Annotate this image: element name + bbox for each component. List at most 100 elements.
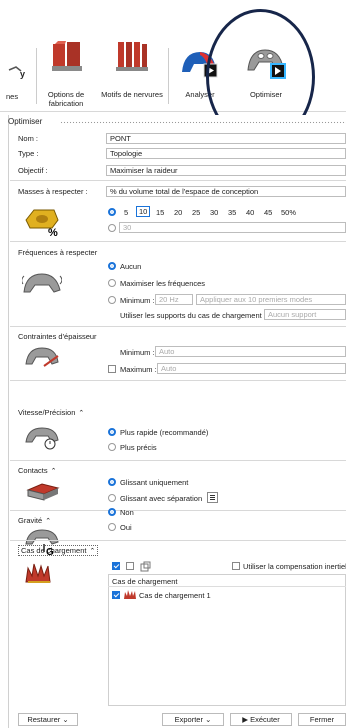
contacts-section-toggle[interactable]: Contacts ⌃ xyxy=(18,466,56,475)
mass-label: Masses à respecter : xyxy=(18,187,88,196)
thickness-max-field[interactable]: Auto xyxy=(157,363,346,374)
gravity-yes-radio[interactable] xyxy=(108,523,116,531)
speed-fast-label: Plus rapide (recommandé) xyxy=(120,428,209,437)
speed-section-toggle[interactable]: Vitesse/Précision ⌃ xyxy=(18,408,84,417)
load-cases-section-toggle[interactable]: Cas de chargement ⌃ xyxy=(18,545,99,556)
load-case-icon xyxy=(124,590,136,599)
close-button[interactable]: Fermer xyxy=(298,713,346,726)
run-button[interactable]: ▶ Exécuter xyxy=(230,713,292,726)
thickness-max-checkbox[interactable] xyxy=(108,365,116,373)
gravity-section-toggle[interactable]: Gravité ⌃ xyxy=(18,516,51,525)
mass-15[interactable]: 15 xyxy=(156,208,164,217)
frequency-icon xyxy=(22,273,62,293)
select-all-checkbox[interactable] xyxy=(112,562,120,570)
panel-drag-handle[interactable] xyxy=(60,121,346,124)
export-button[interactable]: Exporter ⌄ xyxy=(162,713,224,726)
frequency-minimum-label: Minimum : xyxy=(120,296,155,305)
inertia-label: Utiliser la compensation inertielle xyxy=(243,562,346,571)
mass-custom-field[interactable]: 30 xyxy=(119,222,346,233)
invert-selection-icon[interactable] xyxy=(140,561,151,572)
contacts-section-title: Contacts xyxy=(18,466,48,475)
gravity-no-label: Non xyxy=(120,508,134,517)
contacts-icon xyxy=(26,483,60,501)
frequency-minimum-radio[interactable] xyxy=(108,296,116,304)
contacts-separation-radio[interactable] xyxy=(108,494,116,502)
speed-precise-radio[interactable] xyxy=(108,443,116,451)
rib-patterns-icon xyxy=(116,42,148,71)
frequency-maximize-radio[interactable] xyxy=(108,279,116,287)
gravity-yes-label: Oui xyxy=(120,523,132,532)
mass-40[interactable]: 40 xyxy=(246,208,254,217)
frequency-section-title: Fréquences à respecter xyxy=(18,248,98,257)
ribbon-label: Options de xyxy=(47,90,85,99)
objective-label: Objectif : xyxy=(18,166,48,175)
chevron-down-icon: ⌄ xyxy=(205,715,212,724)
thickness-max-label: Maximum : xyxy=(120,365,157,374)
frequency-none-radio[interactable] xyxy=(108,262,116,270)
restore-button[interactable]: Restaurer ⌄ xyxy=(18,713,78,726)
manufacturing-options-button[interactable]: Options de fabrication xyxy=(38,40,94,110)
list-icon xyxy=(210,495,215,496)
contacts-separation-label: Glissant avec séparation xyxy=(120,494,203,503)
contacts-sliding-radio[interactable] xyxy=(108,478,116,486)
panel-title: Optimiser xyxy=(8,117,43,126)
chevron-up-icon: ⌃ xyxy=(45,518,52,525)
type-select[interactable]: Topologie xyxy=(106,148,346,159)
frequency-modes-select[interactable]: Appliquer aux 10 premiers modes xyxy=(196,294,346,305)
mass-custom-radio[interactable] xyxy=(108,224,116,232)
mass-select[interactable]: % du volume total de l'espace de concept… xyxy=(106,186,346,197)
manufacturing-options-icon xyxy=(52,41,82,71)
frequency-support-select[interactable]: Aucun support xyxy=(264,309,346,320)
name-field[interactable]: PONT xyxy=(106,133,346,144)
speed-section-title: Vitesse/Précision xyxy=(18,408,76,417)
mass-20[interactable]: 20 xyxy=(174,208,182,217)
mass-35[interactable]: 35 xyxy=(228,208,236,217)
gravity-no-radio[interactable] xyxy=(108,508,116,516)
frequency-none-label: Aucun xyxy=(120,262,142,271)
select-none-checkbox[interactable] xyxy=(126,562,134,570)
ribbon-label: fabrication xyxy=(48,99,84,108)
ribbon-label: Motifs de nervures xyxy=(101,90,163,99)
close-label: Fermer xyxy=(309,715,335,724)
run-label: Exécuter xyxy=(250,715,280,724)
play-icon: ▶ xyxy=(242,715,249,724)
thickness-section-title: Contraintes d'épaisseur xyxy=(18,332,97,341)
ribbon-label: nes xyxy=(6,92,19,101)
mass-10[interactable]: 10 xyxy=(136,206,151,217)
chevron-up-icon: ⌃ xyxy=(89,548,96,555)
type-label: Type : xyxy=(18,149,39,158)
contacts-sliding-label: Glissant uniquement xyxy=(120,478,189,487)
name-label: Nom : xyxy=(18,134,39,143)
ribbon-partial-tool[interactable]: y nes xyxy=(0,40,30,110)
export-label: Exporter xyxy=(174,715,203,724)
speed-precise-label: Plus précis xyxy=(120,443,157,452)
load-case-1-checkbox[interactable] xyxy=(112,591,120,599)
partial-glyph: y xyxy=(20,69,26,79)
mass-5[interactable]: 5 xyxy=(124,208,128,217)
restore-label: Restaurer xyxy=(27,715,61,724)
mass-45[interactable]: 45 xyxy=(264,208,272,217)
thickness-min-field[interactable]: Auto xyxy=(155,346,346,357)
frequency-maximize-label: Maximiser les fréquences xyxy=(120,279,206,288)
inertia-checkbox[interactable] xyxy=(232,562,240,570)
rib-patterns-button[interactable]: Motifs de nervures xyxy=(96,40,168,110)
mass-preset-radio[interactable] xyxy=(108,208,116,216)
chevron-up-icon: ⌃ xyxy=(50,468,57,475)
load-cases-icon xyxy=(25,563,51,583)
mass-30[interactable]: 30 xyxy=(210,208,218,217)
frequency-support-label: Utiliser les supports du cas de chargeme… xyxy=(120,311,266,320)
load-case-1-label[interactable]: Cas de chargement 1 xyxy=(139,591,211,600)
mass-50[interactable]: 50% xyxy=(281,208,296,217)
chevron-up-icon: ⌃ xyxy=(78,410,85,417)
load-cases-section-title: Cas de chargement xyxy=(21,546,87,555)
frequency-min-field[interactable]: 20 Hz xyxy=(155,294,193,305)
mass-icon: % xyxy=(25,209,59,236)
objective-select[interactable]: Maximiser la raideur xyxy=(106,165,346,176)
thickness-icon xyxy=(25,347,59,367)
contacts-settings-button[interactable] xyxy=(207,492,218,503)
speed-fast-radio[interactable] xyxy=(108,428,116,436)
gravity-section-title: Gravité xyxy=(18,516,43,525)
load-cases-header: Cas de chargement xyxy=(112,577,178,586)
thickness-min-label: Minimum : xyxy=(120,348,155,357)
mass-25[interactable]: 25 xyxy=(192,208,200,217)
